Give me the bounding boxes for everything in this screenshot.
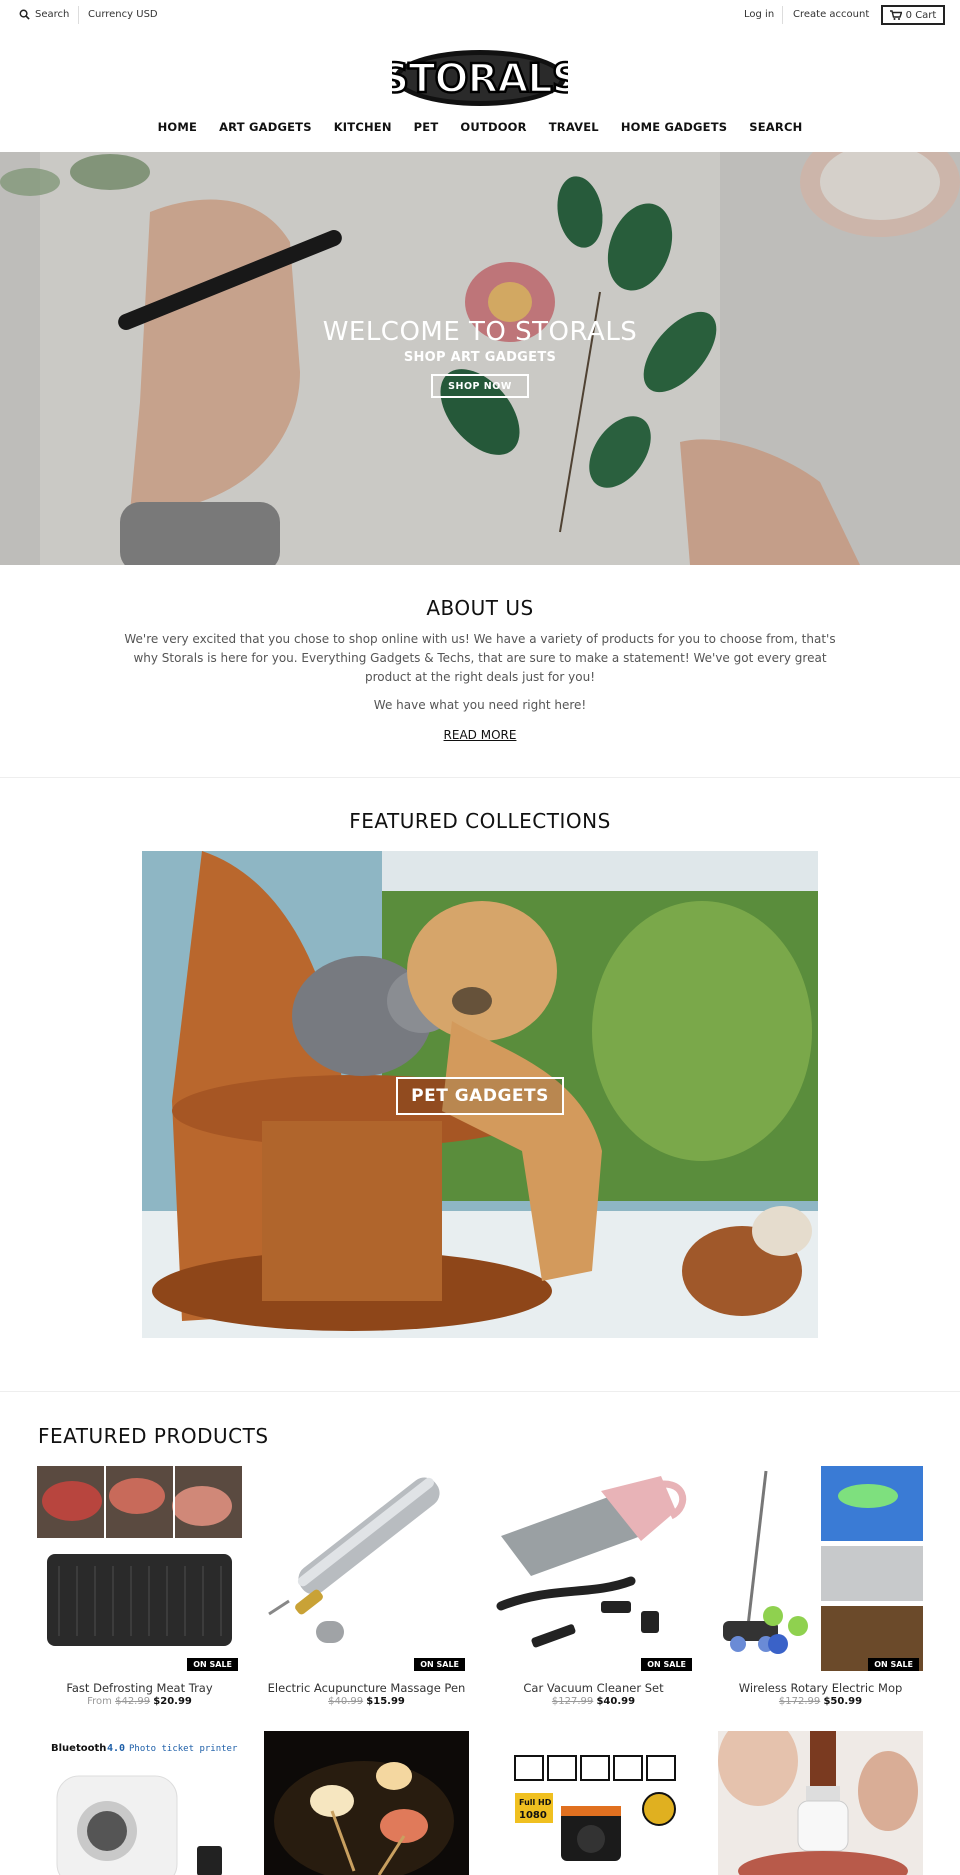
login-link[interactable]: Log in [744,9,774,20]
cart-button[interactable]: 0 Cart [881,5,945,25]
section-divider [0,777,960,778]
collection-label[interactable]: PET GADGETS [396,1077,564,1115]
products-title: FEATURED PRODUCTS [38,1424,269,1448]
compare-price: $42.99 [115,1696,151,1707]
product-price: $172.99 $50.99 [718,1696,923,1707]
currency-selector[interactable]: Currency USD [88,9,158,20]
about-title: ABOUT US [426,596,534,620]
printer-brand: Bluetooth [51,1743,106,1754]
sale-badge: ON SALE [641,1658,692,1671]
compare-price: $127.99 [551,1696,594,1707]
nav-item-outdoor[interactable]: OUTDOOR [449,120,537,138]
svg-text:STORALS: STORALS [392,56,568,102]
nav-item-home-gadgets[interactable]: HOME GADGETS [610,120,738,138]
product-image[interactable] [718,1731,923,1875]
camera-label-1: Full HD [519,1798,552,1807]
camera-label-2: 1080 [519,1810,547,1821]
cart-label: 0 Cart [905,9,937,21]
compare-price: $172.99 [778,1696,821,1707]
product-name[interactable]: Electric Acupuncture Massage Pen [264,1681,469,1695]
about-tagline: We have what you need right here! [373,698,587,712]
product-price: $127.99 $40.99 [491,1696,696,1707]
main-nav: HOME ART GADGETS KITCHEN PET OUTDOOR TRA… [0,120,960,138]
product-image[interactable] [264,1731,469,1875]
currency-label: Currency [88,9,134,20]
hero-title: WELCOME TO STORALS [322,317,638,347]
nav-item-search[interactable]: SEARCH [738,120,813,138]
sale-badge: ON SALE [187,1658,238,1671]
top-bar: Search Currency USD Log in Create accoun… [0,0,960,30]
product-image[interactable]: ON SALE [264,1466,469,1671]
product-image[interactable]: ON SALE [491,1466,696,1671]
product-image[interactable]: Bluetooth 4.0 Photo ticket printer [37,1731,242,1875]
product-name[interactable]: Wireless Rotary Electric Mop [718,1681,923,1695]
printer-caption: Photo ticket printer [129,1744,238,1754]
search-icon [19,9,30,20]
sale-price: $15.99 [366,1696,405,1707]
product-image[interactable]: ON SALE [718,1466,923,1671]
nav-item-home[interactable]: HOME [147,120,209,138]
create-account-link[interactable]: Create account [793,9,869,20]
search-link[interactable]: Search [19,9,69,20]
nav-item-kitchen[interactable]: KITCHEN [323,120,403,138]
shop-now-button[interactable]: SHOP NOW [431,374,529,398]
product-price: From $42.99 $20.99 [37,1696,242,1707]
currency-value: USD [136,9,158,20]
sale-badge: ON SALE [868,1658,919,1671]
nav-item-pet[interactable]: PET [403,120,450,138]
section-divider [0,1391,960,1392]
product-name[interactable]: Fast Defrosting Meat Tray [37,1681,242,1695]
search-label: Search [35,9,70,20]
collection-card-pet-gadgets[interactable]: PET GADGETS [142,851,818,1338]
read-more-link[interactable]: READ MORE [0,728,960,742]
sale-badge: ON SALE [414,1658,465,1671]
hero-banner: WELCOME TO STORALS SHOP ART GADGETS SHOP… [0,152,960,565]
sale-price: $40.99 [596,1696,636,1707]
product-image[interactable]: ON SALE [37,1466,242,1671]
price-prefix: From [87,1696,112,1707]
nav-item-travel[interactable]: TRAVEL [538,120,610,138]
divider [782,6,783,24]
collections-title: FEATURED COLLECTIONS [349,809,611,833]
hero-subtitle: SHOP ART GADGETS [403,350,557,365]
nav-item-art-gadgets[interactable]: ART GADGETS [208,120,323,138]
divider [78,6,79,24]
cart-icon [889,10,902,20]
store-logo[interactable]: STORALS [379,42,582,110]
product-image[interactable]: Full HD 1080 [491,1731,696,1875]
product-name[interactable]: Car Vacuum Cleaner Set [491,1681,696,1695]
product-price: $40.99 $15.99 [264,1696,469,1707]
sale-price: $50.99 [823,1696,863,1707]
about-text: We're very excited that you chose to sho… [124,632,836,684]
compare-price: $40.99 [328,1696,364,1707]
printer-version: 4.0 [107,1743,125,1754]
sale-price: $20.99 [153,1696,192,1707]
